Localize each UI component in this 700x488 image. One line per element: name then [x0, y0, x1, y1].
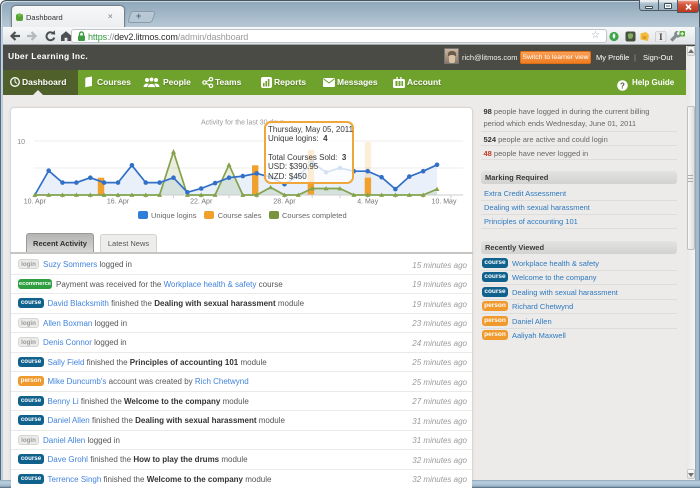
- svg-text:10: 10: [17, 139, 25, 146]
- svg-text:10. Apr: 10. Apr: [24, 199, 47, 206]
- svg-text:4. May: 4. May: [357, 199, 379, 206]
- svg-text:28. Apr: 28. Apr: [273, 199, 296, 206]
- svg-text:?: ?: [620, 81, 625, 90]
- svg-text:22. Apr: 22. Apr: [190, 199, 213, 206]
- svg-text:16. Apr: 16. Apr: [107, 199, 130, 206]
- svg-text:10. May: 10. May: [432, 199, 457, 206]
- svg-text:I: I: [659, 32, 663, 41]
